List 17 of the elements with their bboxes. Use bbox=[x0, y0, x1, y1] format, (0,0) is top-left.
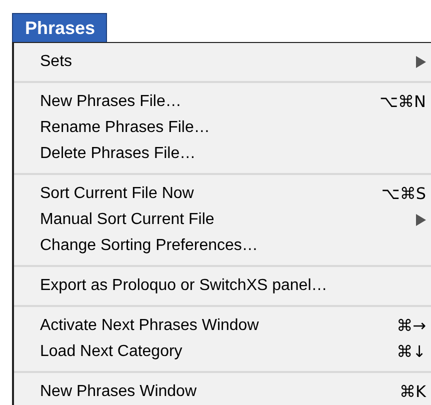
menu-item[interactable]: Activate Next Phrases Window ⌘→ bbox=[14, 313, 431, 339]
keyboard-shortcut: ⌘→ bbox=[396, 315, 426, 337]
keyboard-shortcut: ⌘↓ bbox=[396, 341, 426, 363]
menu-item[interactable]: Load Next Category ⌘↓ bbox=[14, 339, 431, 365]
menu-item[interactable]: New Phrases File… ⌥⌘N bbox=[14, 89, 431, 115]
menu-item[interactable]: Sort Current File Now ⌥⌘S bbox=[14, 181, 431, 207]
menu-item[interactable]: Change Sorting Preferences… bbox=[14, 233, 431, 259]
menu-item[interactable]: New Phrases Window ⌘K bbox=[14, 379, 431, 405]
menu-title[interactable]: Phrases bbox=[12, 13, 107, 42]
menu-item[interactable]: Sets bbox=[14, 49, 431, 75]
menu-item[interactable]: Delete Phrases File… bbox=[14, 141, 431, 167]
keyboard-shortcut: ⌥⌘N bbox=[380, 91, 426, 113]
menu-item[interactable]: Manual Sort Current File bbox=[14, 207, 431, 233]
keyboard-shortcut: ⌥⌘S bbox=[381, 183, 426, 205]
keyboard-shortcut: ⌘K bbox=[400, 381, 426, 403]
menu-item[interactable]: Rename Phrases File… bbox=[14, 115, 431, 141]
menu-item[interactable]: Export as Proloquo or SwitchXS panel… bbox=[14, 273, 431, 299]
